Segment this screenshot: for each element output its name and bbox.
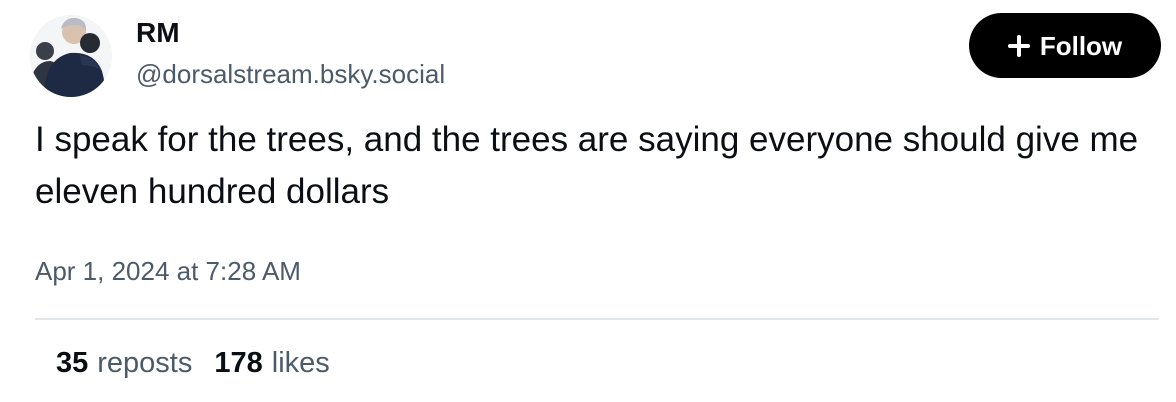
follow-button[interactable]: Follow bbox=[969, 13, 1161, 78]
likes-label: likes bbox=[271, 347, 330, 379]
reposts-count: 35 bbox=[56, 347, 89, 379]
post-card: RM @dorsalstream.bsky.social Follow I sp… bbox=[0, 0, 1176, 402]
follow-button-label: Follow bbox=[1039, 30, 1123, 61]
reposts-label: reposts bbox=[97, 347, 193, 379]
post-text: I speak for the trees, and the trees are… bbox=[35, 120, 1139, 211]
divider bbox=[35, 318, 1159, 320]
post-timestamp[interactable]: Apr 1, 2024 at 7:28 AM bbox=[35, 255, 301, 287]
author-avatar[interactable] bbox=[30, 15, 112, 97]
reposts-stat[interactable]: 35 reposts bbox=[56, 345, 192, 381]
likes-stat[interactable]: 178 likes bbox=[214, 345, 329, 381]
likes-count: 178 bbox=[214, 347, 263, 379]
author-handle[interactable]: @dorsalstream.bsky.social bbox=[136, 58, 445, 90]
profile-photo-icon bbox=[30, 15, 112, 97]
author-display-name[interactable]: RM bbox=[136, 16, 180, 50]
engagement-stats: 35 reposts 178 likes bbox=[56, 345, 330, 381]
plus-icon bbox=[1007, 34, 1030, 57]
